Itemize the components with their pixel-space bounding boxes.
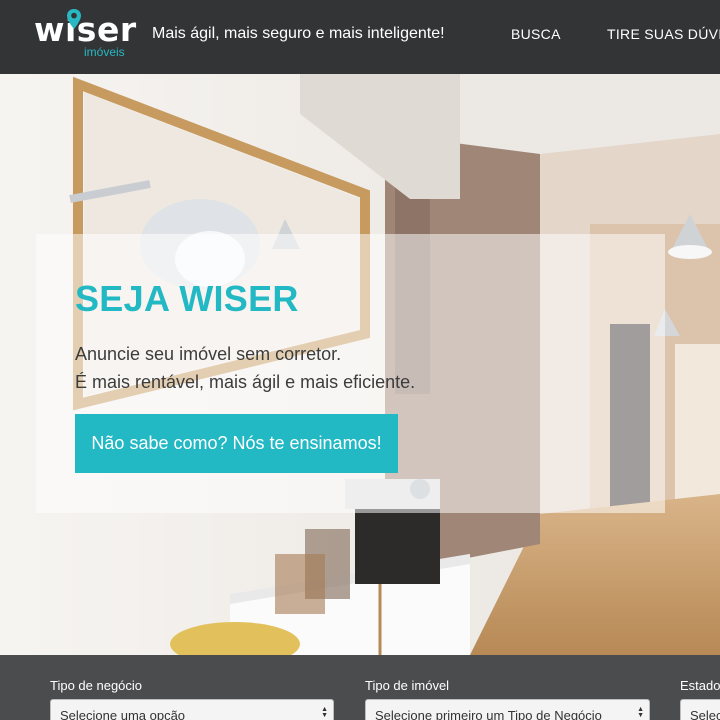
business-type-value: Selecione uma opção [60,708,186,720]
nav-link-busca[interactable]: BUSCA [511,26,561,42]
state-select[interactable]: Selecione [680,699,720,720]
business-type-label: Tipo de negócio [50,678,143,693]
logo-wordmark: wiser [34,10,137,49]
state-value: Selecione [690,708,720,720]
site-header: wiser imóveis Mais ágil, mais seguro e m… [0,0,720,74]
property-search-bar: Tipo de negócio Selecione uma opção ▲ ▼ T… [0,655,720,720]
business-type-select[interactable]: Selecione uma opção ▲ ▼ [50,699,334,720]
header-tagline: Mais ágil, mais seguro e mais inteligent… [152,25,445,42]
property-type-value: Selecione primeiro um Tipo de Negócio [375,708,602,720]
up-down-arrows-icon: ▲ ▼ [321,706,328,719]
up-down-arrows-icon: ▲ ▼ [637,706,644,719]
property-type-label: Tipo de imóvel [365,678,450,693]
learn-how-button[interactable]: Não sabe como? Nós te ensinamos! [75,414,398,473]
logo-subtext: imóveis [84,45,125,59]
hero-title: SEJA WISER [75,278,299,319]
hero-banner: SEJA WISER Anuncie seu imóvel sem corret… [0,74,720,655]
state-label: Estado [680,678,720,693]
property-type-select[interactable]: Selecione primeiro um Tipo de Negócio ▲ ▼ [365,699,650,720]
hero-description-line-2: É mais rentável, mais ágil e mais eficie… [75,372,416,392]
map-pin-icon [67,9,81,29]
hero-description-line-1: Anuncie seu imóvel sem corretor. [75,344,342,364]
nav-link-tire-suas-duvidas[interactable]: TIRE SUAS DÚVIDAS [607,26,720,42]
wiser-logo[interactable]: wiser imóveis [34,8,137,62]
